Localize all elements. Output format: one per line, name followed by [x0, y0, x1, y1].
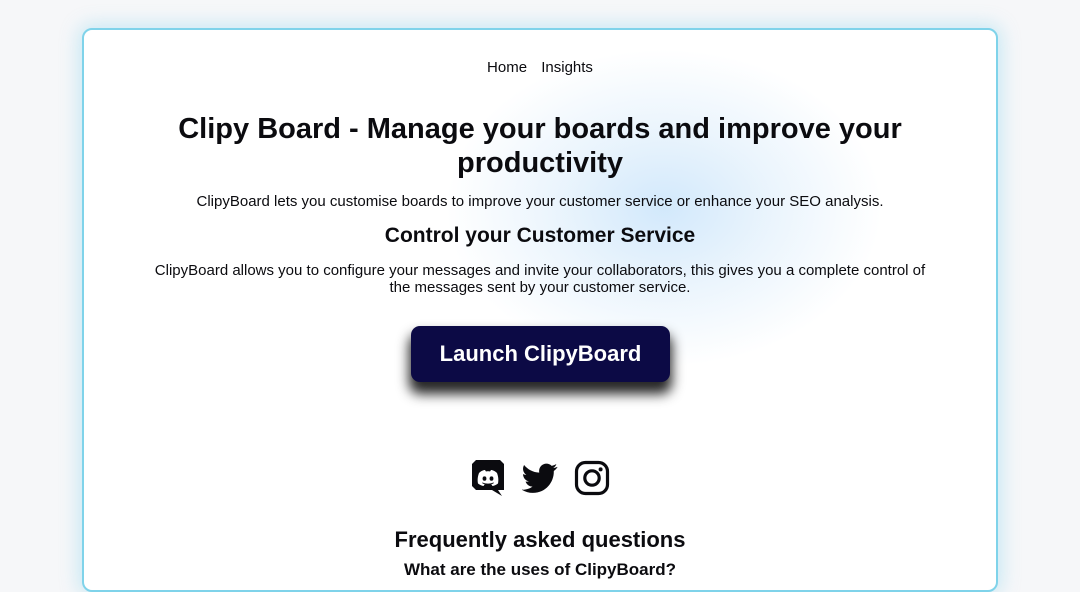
nav-insights-link[interactable]: Insights — [541, 59, 593, 76]
page-container: Home Insights Clipy Board - Manage your … — [82, 28, 998, 592]
faq-title: Frequently asked questions — [394, 527, 686, 552]
page-title: Clipy Board - Manage your boards and imp… — [178, 113, 902, 179]
section-text: ClipyBoard allows you to configure your … — [154, 262, 926, 296]
twitter-icon[interactable] — [521, 460, 558, 496]
faq-question[interactable]: What are the uses of ClipyBoard? — [84, 560, 996, 580]
social-links — [84, 460, 996, 496]
section-title: Control your Customer Service — [384, 224, 696, 247]
top-nav: Home Insights — [84, 59, 996, 76]
page-subtitle: ClipyBoard lets you customise boards to … — [196, 193, 884, 210]
instagram-icon[interactable] — [574, 460, 610, 496]
launch-clipyboard-button[interactable]: Launch ClipyBoard — [411, 326, 670, 382]
nav-home-link[interactable]: Home — [487, 59, 527, 76]
discord-icon[interactable] — [470, 460, 506, 496]
